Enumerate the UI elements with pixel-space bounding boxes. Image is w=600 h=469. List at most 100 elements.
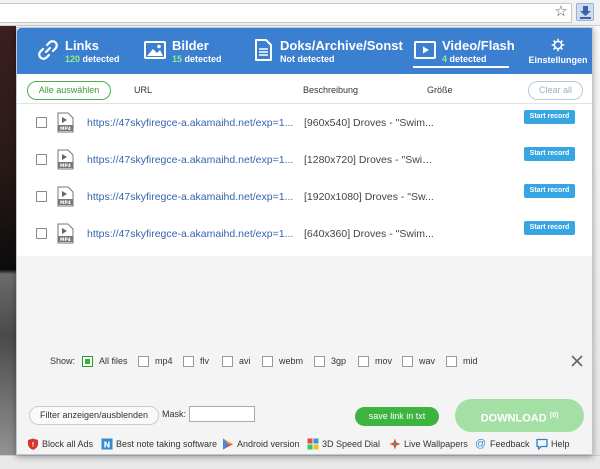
file-type-label: MP4 — [60, 200, 71, 206]
close-icon[interactable] — [570, 354, 584, 368]
file-type-label: MP4 — [60, 237, 71, 243]
file-type-label: MP4 — [60, 163, 71, 169]
start-record-button[interactable]: Start record — [524, 221, 575, 235]
image-icon — [144, 41, 166, 59]
column-description[interactable]: Beschreibung — [303, 85, 358, 95]
row-url-link[interactable]: https://47skyfiregce-a.akamaihd.net/exp=… — [87, 191, 297, 203]
media-list: MP4 https://47skyfiregce-a.akamaihd.net/… — [17, 104, 592, 256]
filter-checkbox[interactable] — [358, 356, 369, 367]
mp4-file-icon: MP4 — [57, 112, 74, 133]
tab-documents-status: Not detected — [280, 54, 335, 64]
row-description: [960x540] Droves - "Swim... — [304, 117, 434, 129]
filter-label: mid — [463, 356, 478, 366]
row-url-link[interactable]: https://47skyfiregce-a.akamaihd.net/exp=… — [87, 117, 297, 129]
video-icon — [414, 41, 436, 59]
download-button[interactable]: DOWNLOAD (0) — [455, 399, 584, 432]
footer-link-label: Help — [551, 439, 570, 449]
play-store-icon — [223, 438, 233, 450]
link-icon — [38, 40, 58, 60]
active-tab-indicator — [413, 66, 509, 68]
document-icon — [255, 39, 272, 61]
show-label: Show: — [50, 356, 76, 366]
filter-checkbox[interactable] — [222, 356, 233, 367]
save-link-button[interactable]: save link in txt — [355, 407, 439, 426]
mp4-file-icon: MP4 — [57, 149, 74, 170]
clear-all-button[interactable]: Clear all — [528, 81, 583, 100]
filter-checkbox[interactable] — [402, 356, 413, 367]
wallpaper-icon — [389, 438, 401, 450]
filter-label: mov — [375, 356, 393, 366]
row-url-link[interactable]: https://47skyfiregce-a.akamaihd.net/exp=… — [87, 228, 297, 240]
footer-link-label: Android version — [237, 439, 300, 449]
star-icon[interactable]: ☆ — [553, 3, 569, 21]
download-label: DOWNLOAD — [480, 412, 547, 425]
filter-checkbox[interactable] — [138, 356, 149, 367]
mask-input[interactable] — [189, 406, 255, 422]
tab-video-suffix: detected — [449, 54, 487, 64]
tab-images[interactable]: Bilder 15 detected — [143, 28, 243, 74]
tab-video-label: Video/Flash — [442, 38, 515, 53]
file-type-label: MP4 — [60, 126, 71, 132]
filter-checkbox[interactable] — [82, 356, 93, 367]
filter-label: wav — [419, 356, 436, 366]
tab-links[interactable]: Links 120 detected — [36, 28, 146, 74]
filter-label: 3gp — [331, 356, 347, 366]
download-count: (0) — [549, 412, 559, 419]
tab-images-status: 15 detected — [172, 54, 222, 64]
row-checkbox[interactable] — [36, 117, 47, 128]
list-item: MP4 https://47skyfiregce-a.akamaihd.net/… — [17, 216, 592, 253]
filter-checkbox[interactable] — [314, 356, 325, 367]
tab-images-label: Bilder — [172, 38, 209, 53]
footer-link-label: Best note taking software — [116, 439, 218, 449]
row-url-link[interactable]: https://47skyfiregce-a.akamaihd.net/exp=… — [87, 154, 297, 166]
start-record-button[interactable]: Start record — [524, 110, 575, 124]
settings-label: Einstellungen — [528, 55, 588, 65]
mask-label: Mask: — [162, 409, 187, 419]
row-checkbox[interactable] — [36, 191, 47, 202]
help-icon — [536, 438, 548, 450]
tab-documents[interactable]: Doks/Archive/Sonst Not detected — [251, 28, 403, 74]
row-checkbox[interactable] — [36, 154, 47, 165]
start-record-button[interactable]: Start record — [524, 184, 575, 198]
select-all-button[interactable]: Alle auswählen — [27, 81, 111, 100]
column-url[interactable]: URL — [134, 85, 152, 95]
tab-documents-label: Doks/Archive/Sonst — [280, 38, 403, 53]
tab-links-count: 120 — [65, 54, 81, 64]
browser-toolbar: ☆ — [0, 0, 600, 26]
footer-link-label: Live Wallpapers — [404, 439, 468, 449]
download-extension-icon[interactable] — [576, 3, 594, 21]
tab-video-count: 4 — [442, 54, 448, 64]
note-icon: N — [101, 438, 113, 450]
gear-icon — [551, 38, 565, 52]
filter-checkbox[interactable] — [262, 356, 273, 367]
list-item: MP4 https://47skyfiregce-a.akamaihd.net/… — [17, 179, 592, 216]
shield-icon: ! — [28, 438, 38, 450]
feedback-icon: @ — [475, 438, 487, 450]
tab-links-suffix: detected — [82, 54, 120, 64]
mp4-file-icon: MP4 — [57, 223, 74, 244]
mp4-file-icon: MP4 — [57, 186, 74, 207]
tab-images-count: 15 — [172, 54, 183, 64]
list-item: MP4 https://47skyfiregce-a.akamaihd.net/… — [17, 142, 592, 179]
speed-dial-icon — [307, 438, 319, 450]
column-header-row: Alle auswählen URL Beschreibung Größe Cl… — [17, 74, 592, 104]
page-background-image — [0, 26, 16, 469]
column-size[interactable]: Größe — [427, 85, 453, 95]
start-record-button[interactable]: Start record — [524, 147, 575, 161]
tab-video[interactable]: Video/Flash 4 detected — [413, 28, 515, 74]
settings-button[interactable]: Einstellungen — [527, 34, 589, 70]
filter-toggle-button[interactable]: Filter anzeigen/ausblenden — [29, 406, 159, 425]
svg-text:N: N — [104, 441, 111, 450]
file-type-filter: Show: All files mp4 flv avi webm 3gp mov — [17, 353, 592, 371]
filter-checkbox[interactable] — [183, 356, 194, 367]
filter-label: flv — [200, 356, 209, 366]
footer-link-label: Feedback — [490, 439, 530, 449]
footer-link-label: Block all Ads — [42, 439, 94, 449]
filter-checkbox[interactable] — [446, 356, 457, 367]
row-checkbox[interactable] — [36, 228, 47, 239]
address-bar[interactable] — [0, 3, 572, 23]
tab-video-status: 4 detected — [442, 54, 487, 64]
page-bottom-strip — [0, 455, 600, 469]
tab-links-status: 120 detected — [65, 54, 120, 64]
page-scroll-area — [593, 26, 600, 469]
